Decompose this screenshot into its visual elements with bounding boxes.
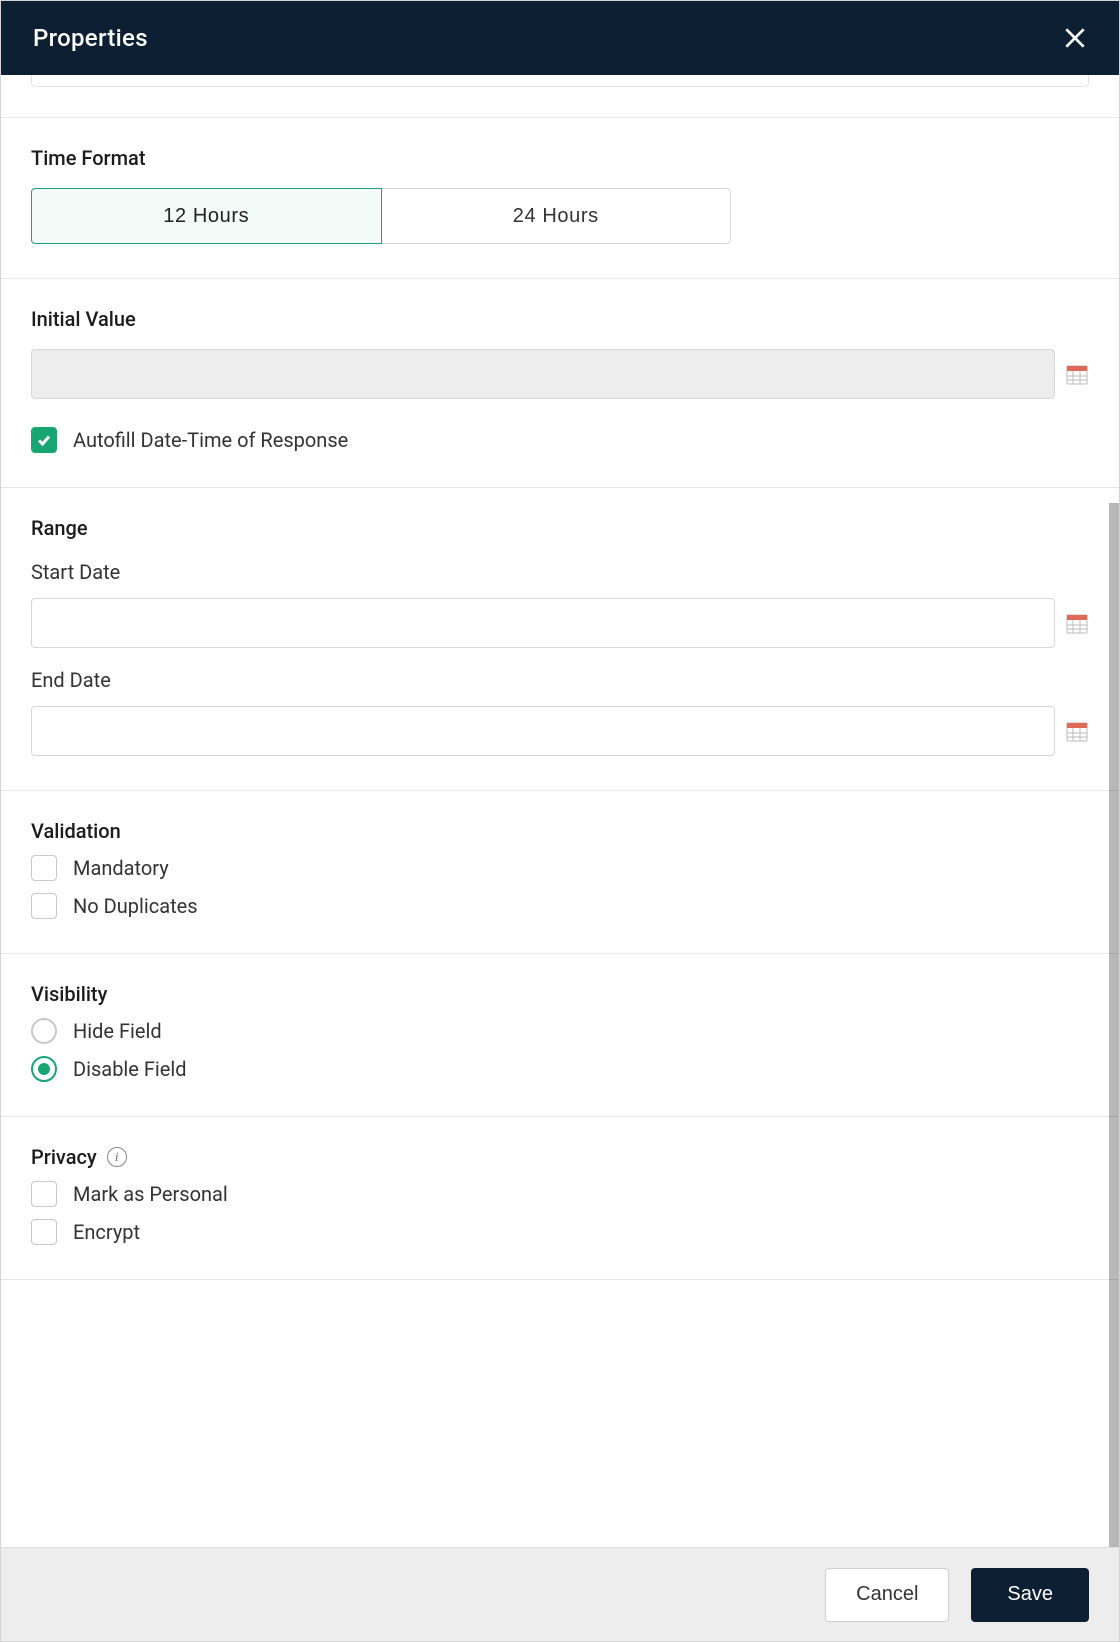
start-date-label: Start Date [31,560,1089,584]
mandatory-label: Mandatory [73,856,169,880]
initial-value-row [31,349,1089,399]
start-date-picker[interactable] [1065,611,1089,635]
save-button[interactable]: Save [971,1568,1089,1622]
mark-personal-checkbox[interactable] [31,1181,57,1207]
mandatory-checkbox[interactable] [31,855,57,881]
section-range: Range Start Date End Date [1,487,1119,790]
calendar-icon [1066,720,1088,742]
hide-field-row: Hide Field [31,1018,1089,1044]
truncated-field-bottom [31,75,1089,87]
time-format-title: Time Format [31,146,1089,170]
time-format-24-hours[interactable]: 24 Hours [382,188,732,244]
initial-value-title: Initial Value [31,307,1089,331]
panel-body[interactable]: Time Format 12 Hours 24 Hours Initial Va… [1,75,1119,1547]
scroll-content: Time Format 12 Hours 24 Hours Initial Va… [1,75,1119,1319]
encrypt-label: Encrypt [73,1220,140,1244]
encrypt-checkbox[interactable] [31,1219,57,1245]
disable-field-radio[interactable] [31,1056,57,1082]
visibility-title: Visibility [31,982,1089,1006]
time-format-toggle: 12 Hours 24 Hours [31,188,731,244]
disable-field-label: Disable Field [73,1057,187,1081]
check-icon [36,432,52,448]
cancel-button[interactable]: Cancel [825,1568,949,1622]
hide-field-radio[interactable] [31,1018,57,1044]
end-date-row [31,706,1089,756]
disable-field-row: Disable Field [31,1056,1089,1082]
section-initial-value: Initial Value Autofill Date-Time of Resp… [1,278,1119,487]
time-format-12-hours[interactable]: 12 Hours [31,188,382,244]
mandatory-row: Mandatory [31,855,1089,881]
mark-personal-row: Mark as Personal [31,1181,1089,1207]
autofill-row: Autofill Date-Time of Response [31,427,1089,453]
no-duplicates-checkbox[interactable] [31,893,57,919]
close-icon [1062,25,1088,51]
hide-field-label: Hide Field [73,1019,162,1043]
section-privacy: Privacy i Mark as Personal Encrypt [1,1116,1119,1279]
encrypt-row: Encrypt [31,1219,1089,1245]
autofill-checkbox[interactable] [31,427,57,453]
start-date-input[interactable] [31,598,1055,648]
privacy-info-icon[interactable]: i [107,1147,127,1167]
mark-personal-label: Mark as Personal [73,1182,228,1206]
close-button[interactable] [1059,22,1091,54]
autofill-label: Autofill Date-Time of Response [73,428,348,452]
panel-footer: Cancel Save [1,1547,1119,1641]
panel-title: Properties [33,24,148,52]
section-validation: Validation Mandatory No Duplicates [1,790,1119,953]
no-duplicates-row: No Duplicates [31,893,1089,919]
calendar-icon [1066,363,1088,385]
properties-panel: Properties Time Format 12 Hours 24 Hours… [0,0,1120,1642]
validation-title: Validation [31,819,1089,843]
end-date-picker[interactable] [1065,719,1089,743]
scrollbar-thumb[interactable] [1109,503,1119,1547]
initial-value-input [31,349,1055,399]
privacy-heading-row: Privacy i [31,1145,1089,1169]
initial-value-date-picker[interactable] [1065,362,1089,386]
spacer [1,1279,1119,1319]
start-date-row [31,598,1089,648]
section-time-format: Time Format 12 Hours 24 Hours [1,117,1119,278]
privacy-title: Privacy [31,1145,97,1169]
section-visibility: Visibility Hide Field Disable Field [1,953,1119,1116]
end-date-label: End Date [31,668,1089,692]
end-date-input[interactable] [31,706,1055,756]
panel-header: Properties [1,1,1119,75]
range-title: Range [31,516,1089,540]
calendar-icon [1066,612,1088,634]
no-duplicates-label: No Duplicates [73,894,198,918]
